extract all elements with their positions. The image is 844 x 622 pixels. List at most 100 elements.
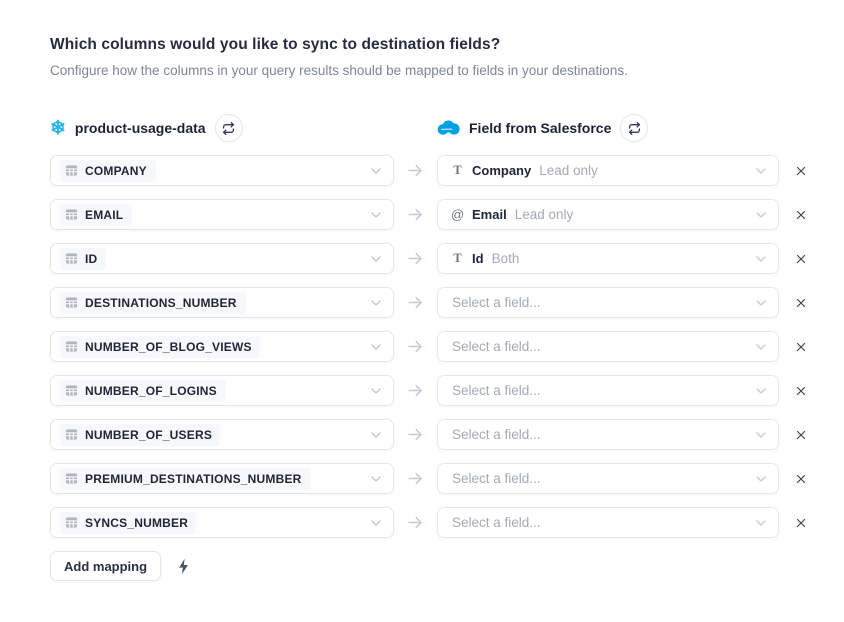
destination-field-select[interactable]: @ Email Lead only — [437, 199, 779, 230]
destination-field-select[interactable]: Select a field... — [437, 375, 779, 406]
field-content: T Id Both — [446, 251, 519, 266]
table-icon — [65, 208, 78, 221]
source-column-select[interactable]: PREMIUM_DESTINATIONS_NUMBER — [50, 463, 394, 494]
mapping-row: PREMIUM_DESTINATIONS_NUMBER Select a fie… — [50, 463, 844, 494]
source-column-select[interactable]: SYNCS_NUMBER — [50, 507, 394, 538]
chevron-down-icon — [368, 515, 384, 531]
close-icon — [794, 516, 808, 530]
chevron-down-icon — [753, 427, 769, 443]
remove-mapping-button[interactable] — [792, 206, 810, 224]
chevron-down-icon — [753, 471, 769, 487]
destination-field-select[interactable]: Select a field... — [437, 463, 779, 494]
lightning-bolt-icon[interactable] — [178, 558, 189, 575]
arrow-right-icon — [394, 205, 437, 224]
remove-mapping-button[interactable] — [792, 426, 810, 444]
arrow-right-icon — [394, 249, 437, 268]
repeat-icon — [628, 122, 641, 135]
remove-mapping-button[interactable] — [792, 514, 810, 532]
chevron-down-icon — [368, 339, 384, 355]
arrow-right-icon — [394, 469, 437, 488]
destination-header: Field from Salesforce — [437, 114, 648, 142]
source-column-select[interactable]: COMPANY — [50, 155, 394, 186]
source-column-select[interactable]: NUMBER_OF_LOGINS — [50, 375, 394, 406]
refresh-destination-fields-button[interactable] — [620, 114, 648, 142]
remove-mapping-button[interactable] — [792, 338, 810, 356]
field-content: Select a field... — [446, 295, 541, 310]
field-qualifier: Both — [492, 251, 520, 266]
field-content: Select a field... — [446, 339, 541, 354]
at-sign-icon: @ — [450, 208, 465, 221]
field-placeholder: Select a field... — [450, 515, 541, 530]
footer: Add mapping — [50, 551, 844, 581]
destination-field-select[interactable]: Select a field... — [437, 507, 779, 538]
table-icon — [65, 296, 78, 309]
arrow-right-icon — [394, 161, 437, 180]
column-label: NUMBER_OF_BLOG_VIEWS — [85, 340, 252, 354]
field-qualifier: Lead only — [515, 207, 574, 222]
refresh-source-columns-button[interactable] — [215, 114, 243, 142]
chevron-down-icon — [368, 207, 384, 223]
column-label: EMAIL — [85, 208, 123, 222]
sync-column-mapping-page: Which columns would you like to sync to … — [0, 0, 844, 581]
mapping-row: EMAIL @ Email Lead only — [50, 199, 844, 230]
field-content: Select a field... — [446, 471, 541, 486]
source-column-select[interactable]: ID — [50, 243, 394, 274]
destination-title: Field from Salesforce — [469, 120, 611, 136]
remove-mapping-button[interactable] — [792, 162, 810, 180]
destination-field-select[interactable]: T Id Both — [437, 243, 779, 274]
destination-field-select[interactable]: Select a field... — [437, 419, 779, 450]
table-icon — [65, 164, 78, 177]
field-placeholder: Select a field... — [450, 471, 541, 486]
chevron-down-icon — [368, 251, 384, 267]
source-column-select[interactable]: DESTINATIONS_NUMBER — [50, 287, 394, 318]
arrow-right-icon — [394, 513, 437, 532]
field-name: Company — [472, 163, 531, 178]
destination-field-select[interactable]: T Company Lead only — [437, 155, 779, 186]
source-column-select[interactable]: NUMBER_OF_USERS — [50, 419, 394, 450]
close-icon — [794, 252, 808, 266]
field-content: Select a field... — [446, 427, 541, 442]
arrow-right-icon — [394, 337, 437, 356]
column-label: ID — [85, 252, 97, 266]
column-headers-row: ❄ product-usage-data — [50, 114, 844, 142]
source-column-select[interactable]: EMAIL — [50, 199, 394, 230]
remove-mapping-button[interactable] — [792, 250, 810, 268]
mapping-row: ID T Id Both — [50, 243, 844, 274]
mapping-row: NUMBER_OF_LOGINS Select a field... — [50, 375, 844, 406]
column-label: DESTINATIONS_NUMBER — [85, 296, 237, 310]
source-column-select[interactable]: NUMBER_OF_BLOG_VIEWS — [50, 331, 394, 362]
column-badge: NUMBER_OF_BLOG_VIEWS — [59, 336, 261, 358]
chevron-down-icon — [368, 295, 384, 311]
mapping-row: NUMBER_OF_BLOG_VIEWS Select a field... — [50, 331, 844, 362]
chevron-down-icon — [368, 471, 384, 487]
chevron-down-icon — [753, 295, 769, 311]
field-name: Id — [472, 251, 484, 266]
chevron-down-icon — [368, 427, 384, 443]
mapping-row: NUMBER_OF_USERS Select a field... — [50, 419, 844, 450]
remove-mapping-button[interactable] — [792, 382, 810, 400]
destination-field-select[interactable]: Select a field... — [437, 331, 779, 362]
column-label: PREMIUM_DESTINATIONS_NUMBER — [85, 472, 302, 486]
page-title: Which columns would you like to sync to … — [50, 36, 844, 54]
remove-mapping-button[interactable] — [792, 470, 810, 488]
chevron-down-icon — [753, 163, 769, 179]
table-icon — [65, 428, 78, 441]
close-icon — [794, 208, 808, 222]
chevron-down-icon — [753, 383, 769, 399]
chevron-down-icon — [753, 207, 769, 223]
column-badge: COMPANY — [59, 160, 156, 182]
text-type-icon: T — [450, 164, 465, 177]
column-label: NUMBER_OF_USERS — [85, 428, 212, 442]
close-icon — [794, 428, 808, 442]
column-badge: ID — [59, 248, 106, 270]
destination-field-select[interactable]: Select a field... — [437, 287, 779, 318]
column-badge: SYNCS_NUMBER — [59, 512, 197, 534]
remove-mapping-button[interactable] — [792, 294, 810, 312]
add-mapping-button[interactable]: Add mapping — [50, 551, 161, 581]
column-label: COMPANY — [85, 164, 147, 178]
field-placeholder: Select a field... — [450, 339, 541, 354]
field-qualifier: Lead only — [539, 163, 598, 178]
field-placeholder: Select a field... — [450, 427, 541, 442]
field-content: T Company Lead only — [446, 163, 598, 178]
table-icon — [65, 340, 78, 353]
